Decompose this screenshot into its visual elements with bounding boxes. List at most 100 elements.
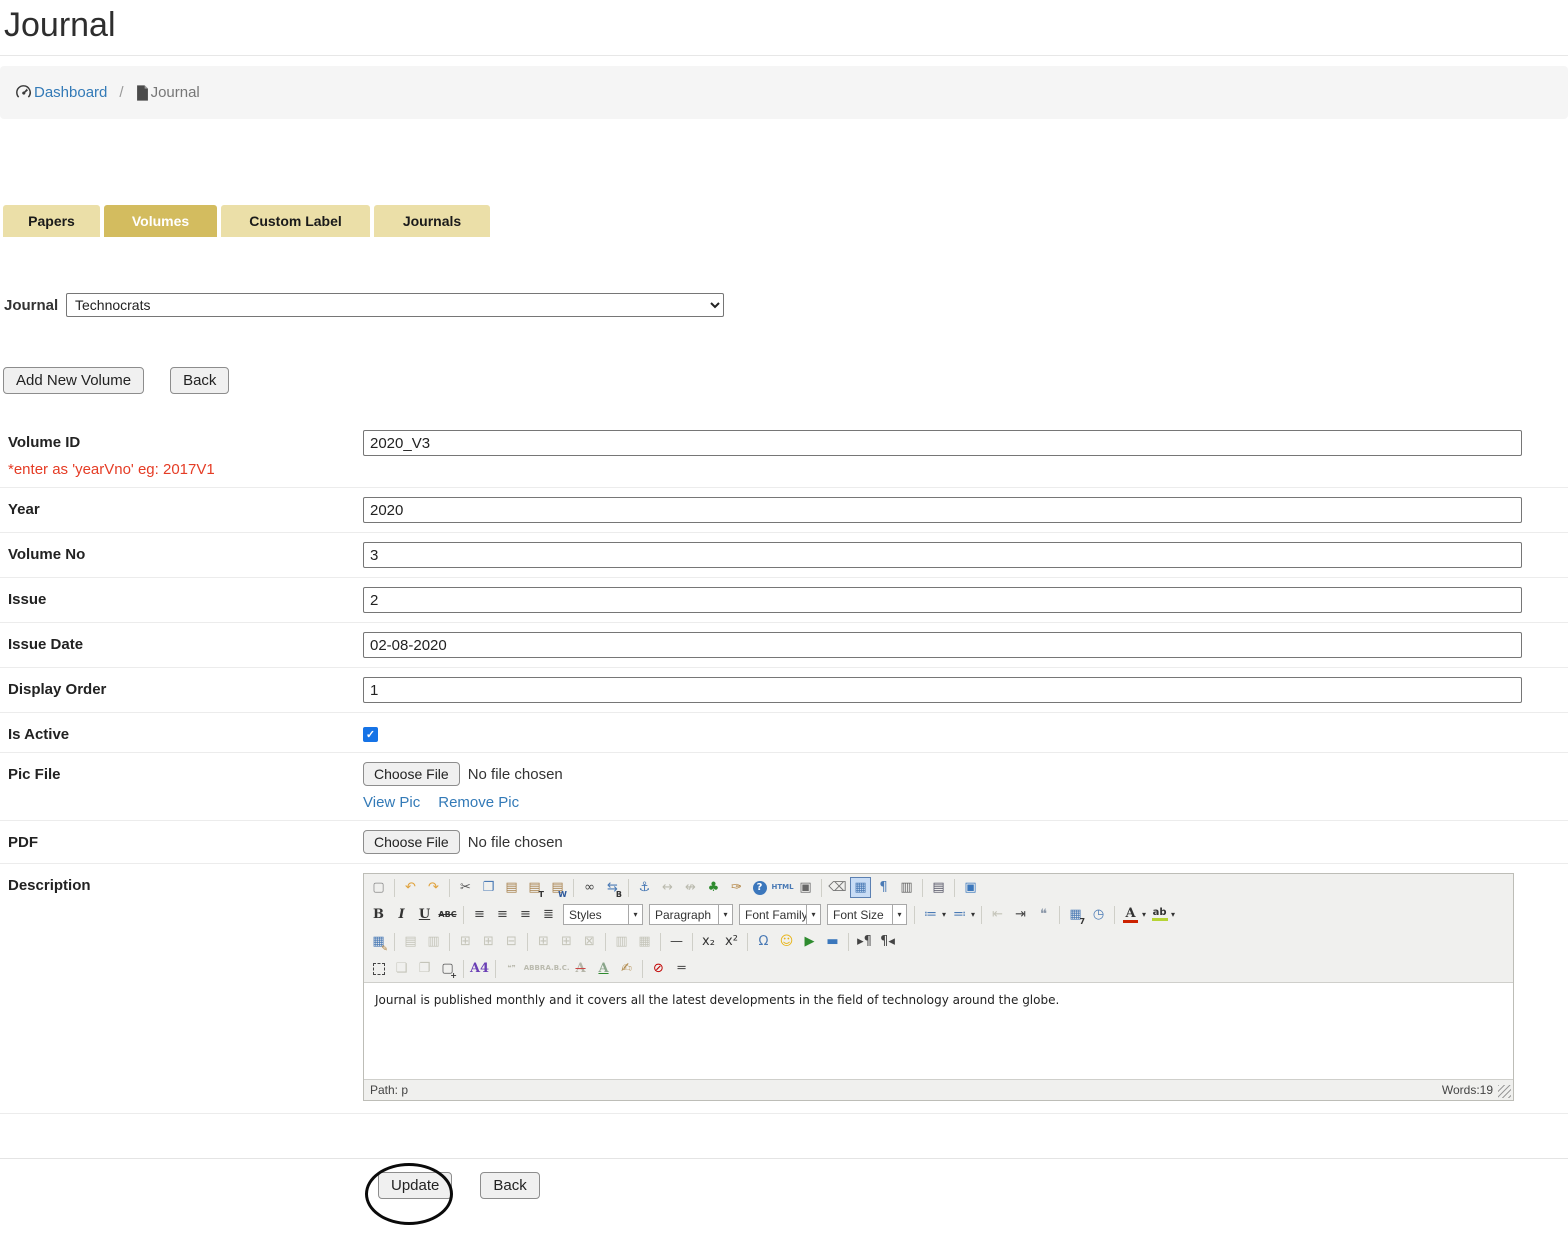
insert-col-before-icon[interactable]: ⊞: [533, 931, 554, 952]
text-color-icon[interactable]: A: [1120, 904, 1141, 925]
deletion-icon[interactable]: A: [570, 958, 591, 979]
insert-time-icon[interactable]: ◷: [1088, 904, 1109, 925]
unlink-icon[interactable]: ↮: [680, 877, 701, 898]
paste-icon[interactable]: ▤: [501, 877, 522, 898]
back-button-top[interactable]: Back: [170, 367, 229, 394]
resize-grip[interactable]: [1498, 1085, 1511, 1098]
update-button[interactable]: Update: [378, 1172, 452, 1199]
media-icon[interactable]: ▶: [799, 931, 820, 952]
bold-icon[interactable]: B: [368, 904, 389, 925]
styles-dropdown[interactable]: Styles▾: [563, 904, 643, 925]
format-dropdown[interactable]: Paragraph▾: [649, 904, 733, 925]
page-break-icon[interactable]: ═: [671, 958, 692, 979]
superscript-icon[interactable]: x²: [721, 931, 742, 952]
add-new-volume-button[interactable]: Add New Volume: [3, 367, 144, 394]
dropdown-arrow-icon[interactable]: ▾: [942, 910, 946, 919]
new-document-icon[interactable]: ▢: [368, 877, 389, 898]
table-row-props-icon[interactable]: ▤: [400, 931, 421, 952]
numbered-list-icon[interactable]: ≕: [949, 904, 970, 925]
insert-row-after-icon[interactable]: ⊞: [478, 931, 499, 952]
insert-col-after-icon[interactable]: ⊞: [556, 931, 577, 952]
cleanup-icon[interactable]: ✑: [726, 877, 747, 898]
editor-content[interactable]: Journal is published monthly and it cove…: [364, 982, 1513, 1079]
visual-aid-icon[interactable]: ▦: [850, 877, 871, 898]
tab-papers[interactable]: Papers: [3, 205, 100, 237]
italic-icon[interactable]: I: [391, 904, 412, 925]
send-backward-icon[interactable]: ❐: [414, 958, 435, 979]
insert-date-icon[interactable]: ▦7: [1065, 904, 1086, 925]
paste-as-text-icon[interactable]: ▤T: [524, 877, 545, 898]
volume-id-input[interactable]: [363, 430, 1522, 456]
indent-icon[interactable]: ⇥: [1010, 904, 1031, 925]
display-order-input[interactable]: [363, 677, 1522, 703]
outdent-icon[interactable]: ⇤: [987, 904, 1008, 925]
help-icon[interactable]: ?: [749, 877, 770, 898]
dropdown-arrow-icon[interactable]: ▾: [1142, 910, 1146, 919]
citation-icon[interactable]: ❝❞: [501, 958, 522, 979]
remove-pic-link[interactable]: Remove Pic: [438, 794, 519, 811]
blockquote-icon[interactable]: ❝: [1033, 904, 1054, 925]
volume-no-input[interactable]: [363, 542, 1522, 568]
redo-icon[interactable]: ↷: [423, 877, 444, 898]
find-icon[interactable]: ∞: [579, 877, 600, 898]
strikethrough-icon[interactable]: ABC: [437, 904, 458, 925]
subscript-icon[interactable]: x₂: [698, 931, 719, 952]
underline-icon[interactable]: U: [414, 904, 435, 925]
view-pic-link[interactable]: View Pic: [363, 794, 420, 811]
style-props-icon[interactable]: A4: [469, 958, 490, 979]
rtl-icon[interactable]: ¶◂: [877, 931, 898, 952]
preview-icon[interactable]: ▣: [795, 877, 816, 898]
image-icon[interactable]: ♣: [703, 877, 724, 898]
find-replace-icon[interactable]: ⇆B: [602, 877, 623, 898]
journal-select[interactable]: Technocrats: [66, 293, 724, 317]
split-cells-icon[interactable]: ▥: [611, 931, 632, 952]
html-source-icon[interactable]: HTML: [772, 877, 793, 898]
show-blocks-icon[interactable]: ¶: [873, 877, 894, 898]
pdf-choose-button[interactable]: Choose File: [363, 830, 460, 854]
table-cell-props-icon[interactable]: ▥: [423, 931, 444, 952]
acronym-icon[interactable]: A.B.C.: [547, 958, 568, 979]
fullscreen-icon[interactable]: ▣: [960, 877, 981, 898]
tab-volumes[interactable]: Volumes: [104, 205, 217, 237]
nonbreaking-icon[interactable]: ⊘: [648, 958, 669, 979]
anchor-icon[interactable]: ⚓: [634, 877, 655, 898]
bullet-list-icon[interactable]: ≔: [920, 904, 941, 925]
insert-table-icon[interactable]: ▦✎: [368, 931, 389, 952]
remove-format-icon[interactable]: ⌫: [827, 877, 848, 898]
pic-file-choose-button[interactable]: Choose File: [363, 762, 460, 786]
align-right-icon[interactable]: ≡: [515, 904, 536, 925]
issue-input[interactable]: [363, 587, 1522, 613]
font-size-dropdown[interactable]: Font Size▾: [827, 904, 907, 925]
highlight-color-icon[interactable]: ab: [1149, 904, 1170, 925]
print-icon[interactable]: ▤: [928, 877, 949, 898]
bring-forward-icon[interactable]: ❏: [391, 958, 412, 979]
dropdown-arrow-icon[interactable]: ▾: [971, 910, 975, 919]
horizontal-rule-icon[interactable]: —: [666, 931, 687, 952]
insert-layer-icon[interactable]: ▢+: [437, 958, 458, 979]
layer-select-icon[interactable]: [368, 958, 389, 979]
link-icon[interactable]: ↔: [657, 877, 678, 898]
dropdown-arrow-icon[interactable]: ▾: [1171, 910, 1175, 919]
delete-row-icon[interactable]: ⊟: [501, 931, 522, 952]
emoticon-icon[interactable]: ☺: [776, 931, 797, 952]
insertion-icon[interactable]: A: [593, 958, 614, 979]
tab-journals[interactable]: Journals: [374, 205, 490, 237]
is-active-checkbox[interactable]: ✓: [363, 727, 378, 742]
back-button-bottom[interactable]: Back: [480, 1172, 539, 1199]
tab-custom-label[interactable]: Custom Label: [221, 205, 370, 237]
font-family-dropdown[interactable]: Font Family▾: [739, 904, 821, 925]
align-justify-icon[interactable]: ≣: [538, 904, 559, 925]
cut-icon[interactable]: ✂: [455, 877, 476, 898]
insert-row-before-icon[interactable]: ⊞: [455, 931, 476, 952]
paste-from-word-icon[interactable]: ▤W: [547, 877, 568, 898]
page-preview-icon[interactable]: ▥: [896, 877, 917, 898]
issue-date-input[interactable]: [363, 632, 1522, 658]
delete-col-icon[interactable]: ⊠: [579, 931, 600, 952]
abbreviation-icon[interactable]: ABBR: [524, 958, 545, 979]
align-center-icon[interactable]: ≡: [492, 904, 513, 925]
special-char-icon[interactable]: Ω: [753, 931, 774, 952]
undo-icon[interactable]: ↶: [400, 877, 421, 898]
ltr-icon[interactable]: ▸¶: [854, 931, 875, 952]
breadcrumb-dashboard-link[interactable]: Dashboard: [15, 84, 107, 101]
merge-cells-icon[interactable]: ▦: [634, 931, 655, 952]
